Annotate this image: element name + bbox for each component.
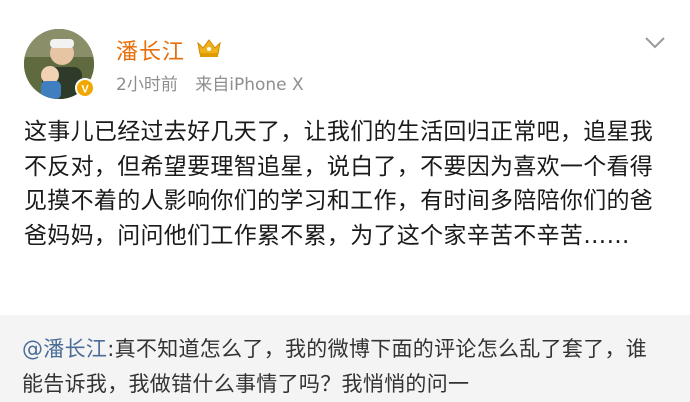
post-body: 这事儿已经过去好几天了，让我们的生活回归正常吧，追星我不反对，但希望要理智追星，… xyxy=(24,119,654,249)
verified-badge-icon: V xyxy=(75,78,95,98)
repost-text: 真不知道怎么了，我的微博下面的评论怎么乱了套了，谁能告诉我，我做错什么事情了吗？… xyxy=(22,337,648,396)
post-time: 2小时前 xyxy=(116,75,178,95)
reposted-content[interactable]: @潘长江:真不知道怎么了，我的微博下面的评论怎么乱了套了，谁能告诉我，我做错什么… xyxy=(0,315,690,402)
post-source[interactable]: 来自iPhone X xyxy=(195,75,303,95)
mention-link[interactable]: @潘长江 xyxy=(22,337,107,361)
repost-body: @潘长江:真不知道怎么了，我的微博下面的评论怎么乱了套了，谁能告诉我，我做错什么… xyxy=(22,332,667,402)
username-link[interactable]: 潘长江 xyxy=(116,34,185,66)
weibo-post: V 潘长江 2小时前 来自iPhone X 这事儿已经过去好几天了，让我们的生活… xyxy=(0,0,690,315)
crown-icon xyxy=(197,39,221,57)
chevron-down-icon[interactable] xyxy=(644,36,666,50)
svg-text:V: V xyxy=(81,84,89,96)
post-meta: 2小时前 来自iPhone X xyxy=(116,70,304,95)
repost-separator: : xyxy=(107,337,115,361)
